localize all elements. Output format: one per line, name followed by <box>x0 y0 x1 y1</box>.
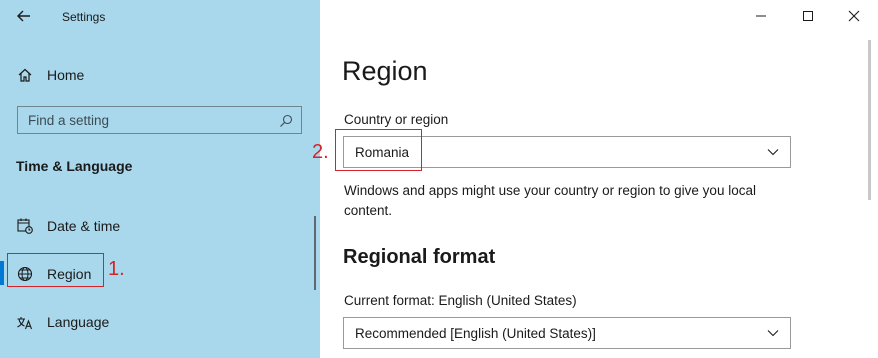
page-title: Region <box>342 56 428 86</box>
chevron-down-icon <box>767 330 779 337</box>
calendar-clock-icon <box>17 218 33 234</box>
section-header: Time & Language <box>16 158 133 174</box>
country-description: Windows and apps might use your country … <box>344 183 756 218</box>
maximize-icon[interactable] <box>784 2 830 30</box>
minimize-icon[interactable] <box>738 2 784 30</box>
search-box[interactable]: Find a setting <box>17 106 302 134</box>
sidebar-item-date-time[interactable]: Date & time <box>0 205 316 245</box>
annotation-box-region <box>7 253 104 287</box>
sidebar: Settings Home Find a setting Time & Lang… <box>0 0 320 358</box>
search-placeholder[interactable]: Find a setting <box>28 113 109 128</box>
annotation-step-2: 2. <box>312 141 329 163</box>
chevron-down-icon <box>767 149 779 156</box>
back-arrow-icon[interactable] <box>14 6 34 26</box>
format-value: Recommended [English (United States)] <box>355 326 596 341</box>
sidebar-scrollbar[interactable] <box>314 216 316 290</box>
language-icon <box>17 317 33 330</box>
annotation-box-country <box>335 129 422 171</box>
nav-home[interactable]: Home <box>0 54 316 94</box>
country-label: Country or region <box>344 112 449 127</box>
current-format-label: Current format: English (United States) <box>344 293 577 308</box>
annotation-step-1: 1. <box>108 258 125 280</box>
nav-home-label: Home <box>47 67 85 83</box>
home-icon <box>18 68 32 82</box>
sidebar-item-label: Date & time <box>47 218 121 234</box>
app-title: Settings <box>62 10 106 24</box>
main-scrollbar[interactable] <box>868 40 871 200</box>
close-icon[interactable] <box>830 2 876 30</box>
format-dropdown[interactable]: Recommended [English (United States)] <box>343 317 791 349</box>
regional-format-heading: Regional format <box>343 246 496 268</box>
search-icon[interactable] <box>279 114 293 128</box>
sidebar-item-language[interactable]: Language <box>0 301 316 341</box>
sidebar-item-label: Language <box>47 314 110 330</box>
